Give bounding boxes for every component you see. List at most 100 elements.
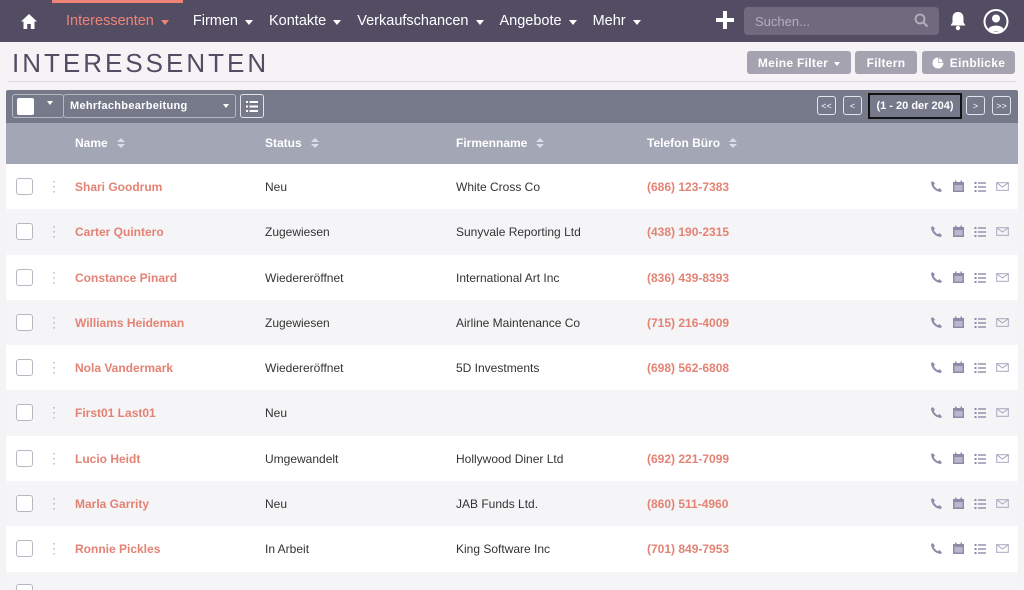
phone-icon[interactable] xyxy=(930,542,943,555)
columns-icon[interactable] xyxy=(240,94,264,118)
email-icon[interactable] xyxy=(996,180,1009,193)
search-input[interactable] xyxy=(755,13,905,29)
sort-icon[interactable] xyxy=(536,138,545,148)
email-icon[interactable] xyxy=(996,225,1009,238)
next-page-button[interactable]: > xyxy=(966,96,985,115)
lead-phone-link[interactable]: (686) 123-7383 xyxy=(647,180,729,194)
calendar-icon[interactable] xyxy=(952,406,965,419)
task-icon[interactable] xyxy=(974,452,987,465)
filter-button[interactable]: Filtern xyxy=(855,51,917,74)
lead-phone-link[interactable]: (715) 216-4009 xyxy=(647,316,729,330)
phone-icon[interactable] xyxy=(930,406,943,419)
first-page-button[interactable]: << xyxy=(817,96,836,115)
row-checkbox[interactable] xyxy=(16,540,33,558)
lead-phone-link[interactable]: (438) 190-2315 xyxy=(647,225,729,239)
calendar-icon[interactable] xyxy=(952,225,965,238)
row-actions-icon[interactable]: · · · xyxy=(52,220,56,242)
email-icon[interactable] xyxy=(996,452,1009,465)
row-actions-icon[interactable]: · · · xyxy=(52,447,56,469)
row-checkbox[interactable] xyxy=(16,359,33,377)
email-icon[interactable] xyxy=(996,497,1009,510)
email-icon[interactable] xyxy=(996,542,1009,555)
lead-phone-link[interactable]: (701) 849-7953 xyxy=(647,542,729,556)
lead-name-link[interactable]: Shari Goodrum xyxy=(75,180,162,194)
sort-icon[interactable] xyxy=(729,138,738,148)
last-page-button[interactable]: >> xyxy=(992,96,1011,115)
email-icon[interactable] xyxy=(996,406,1009,419)
column-header-phone[interactable]: Telefon Büro xyxy=(647,136,738,150)
row-actions-icon[interactable]: · · · xyxy=(52,175,56,197)
phone-icon[interactable] xyxy=(930,452,943,465)
sort-icon[interactable] xyxy=(310,138,319,148)
my-filters-button[interactable]: Meine Filter xyxy=(747,51,851,74)
task-icon[interactable] xyxy=(974,406,987,419)
nav-item-interessenten[interactable]: Interessenten xyxy=(52,0,183,42)
user-icon[interactable] xyxy=(982,8,1010,40)
nav-item-angebote[interactable]: Angebote xyxy=(492,0,585,42)
row-checkbox[interactable] xyxy=(16,178,33,195)
column-header-status[interactable]: Status xyxy=(265,136,319,150)
row-checkbox[interactable] xyxy=(16,449,33,467)
lead-name-link[interactable]: Lucio Heidt xyxy=(75,452,140,466)
task-icon[interactable] xyxy=(974,361,987,374)
row-checkbox[interactable] xyxy=(16,584,33,590)
nav-item-kontakte[interactable]: Kontakte xyxy=(261,0,349,42)
task-icon[interactable] xyxy=(974,542,987,555)
email-icon[interactable] xyxy=(996,271,1009,284)
phone-icon[interactable] xyxy=(930,225,943,238)
calendar-icon[interactable] xyxy=(952,452,965,465)
email-icon[interactable] xyxy=(996,361,1009,374)
calendar-icon[interactable] xyxy=(952,271,965,284)
calendar-icon[interactable] xyxy=(952,180,965,193)
row-checkbox[interactable] xyxy=(16,404,33,422)
phone-icon[interactable] xyxy=(930,271,943,284)
row-checkbox[interactable] xyxy=(16,223,33,241)
lead-phone-link[interactable]: (692) 221-7099 xyxy=(647,452,729,466)
email-icon[interactable] xyxy=(996,316,1009,329)
calendar-icon[interactable] xyxy=(952,497,965,510)
phone-icon[interactable] xyxy=(930,361,943,374)
bell-icon[interactable] xyxy=(948,10,968,36)
lead-name-link[interactable]: Carter Quintero xyxy=(75,225,164,239)
task-icon[interactable] xyxy=(974,316,987,329)
row-checkbox[interactable] xyxy=(16,313,33,331)
lead-phone-link[interactable]: (836) 439-8393 xyxy=(647,271,729,285)
task-icon[interactable] xyxy=(974,497,987,510)
task-icon[interactable] xyxy=(974,180,987,193)
plus-icon[interactable] xyxy=(714,9,736,31)
row-actions-icon[interactable]: · · · xyxy=(52,311,56,333)
nav-item-mehr[interactable]: Mehr xyxy=(585,0,649,42)
phone-icon[interactable] xyxy=(930,180,943,193)
nav-item-firmen[interactable]: Firmen xyxy=(185,0,261,42)
lead-name-link[interactable]: Ronnie Pickles xyxy=(75,542,160,556)
select-all-checkbox[interactable] xyxy=(17,98,34,115)
row-actions-icon[interactable]: · · · xyxy=(52,266,56,288)
row-checkbox[interactable] xyxy=(16,268,33,286)
row-actions-icon[interactable]: · · · xyxy=(52,401,56,423)
prev-page-button[interactable]: < xyxy=(843,96,862,115)
lead-name-link[interactable]: Nola Vandermark xyxy=(75,361,173,375)
task-icon[interactable] xyxy=(974,271,987,284)
lead-name-link[interactable]: First01 Last01 xyxy=(75,406,156,420)
phone-icon[interactable] xyxy=(930,497,943,510)
row-actions-icon[interactable]: · · · xyxy=(52,492,56,514)
row-actions-icon[interactable]: · · · xyxy=(52,356,56,378)
column-header-company[interactable]: Firmenname xyxy=(456,136,545,150)
lead-name-link[interactable]: Constance Pinard xyxy=(75,271,177,285)
lead-name-link[interactable]: Marla Garrity xyxy=(75,497,149,511)
insights-button[interactable]: Einblicke xyxy=(922,51,1015,74)
search-icon[interactable] xyxy=(914,13,929,33)
sort-icon[interactable] xyxy=(116,138,125,148)
row-actions-icon[interactable]: · · · xyxy=(52,537,56,559)
lead-phone-link[interactable]: (698) 562-6808 xyxy=(647,361,729,375)
calendar-icon[interactable] xyxy=(952,542,965,555)
row-checkbox[interactable] xyxy=(16,495,33,513)
lead-phone-link[interactable]: (860) 511-4960 xyxy=(647,497,728,511)
lead-name-link[interactable]: Williams Heideman xyxy=(75,316,184,330)
calendar-icon[interactable] xyxy=(952,361,965,374)
calendar-icon[interactable] xyxy=(952,316,965,329)
phone-icon[interactable] xyxy=(930,316,943,329)
bulk-select-dropdown[interactable] xyxy=(12,94,64,118)
task-icon[interactable] xyxy=(974,225,987,238)
column-header-name[interactable]: Name xyxy=(75,136,125,150)
